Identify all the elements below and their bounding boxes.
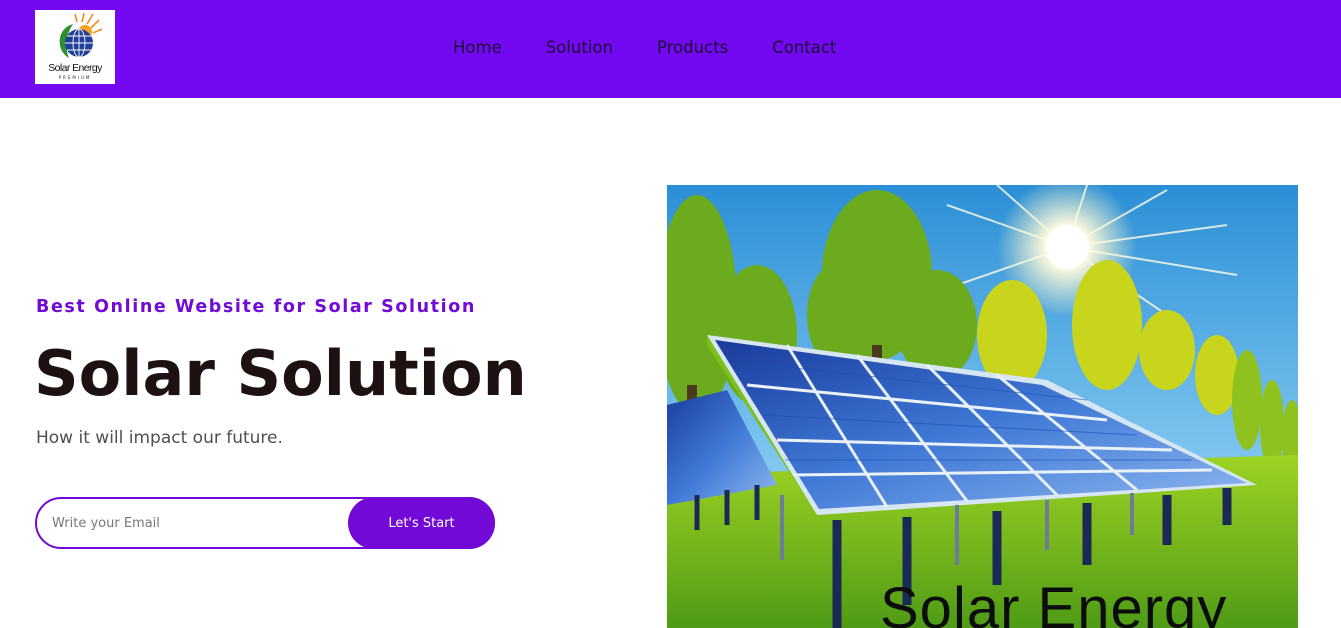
top-navbar: Solar Energy PREMIUM Home Solution Produ… xyxy=(0,0,1341,98)
brand-logo[interactable]: Solar Energy PREMIUM xyxy=(35,10,115,84)
solar-panels-illustration xyxy=(667,185,1298,628)
hero-eyebrow: Best Online Website for Solar Solution xyxy=(36,297,476,317)
logo-wordmark: Solar Energy xyxy=(48,62,102,74)
nav-home-link[interactable]: Home xyxy=(453,38,502,57)
logo-subtext: PREMIUM xyxy=(58,75,92,80)
email-input[interactable] xyxy=(52,511,342,535)
email-signup-form: Let's Start xyxy=(35,497,495,549)
nav-products-link[interactable]: Products xyxy=(657,38,728,57)
lets-start-button[interactable]: Let's Start xyxy=(348,497,495,549)
nav-contact-link[interactable]: Contact xyxy=(772,38,836,57)
main-nav: Home Solution Products Contact xyxy=(453,38,836,57)
hero-title: Solar Solution xyxy=(34,337,527,410)
image-caption: Solar Energy xyxy=(880,576,1228,628)
nav-solution-link[interactable]: Solution xyxy=(546,38,613,57)
hero-image: Solar Energy xyxy=(667,185,1298,628)
hero-subtitle: How it will impact our future. xyxy=(36,428,283,448)
